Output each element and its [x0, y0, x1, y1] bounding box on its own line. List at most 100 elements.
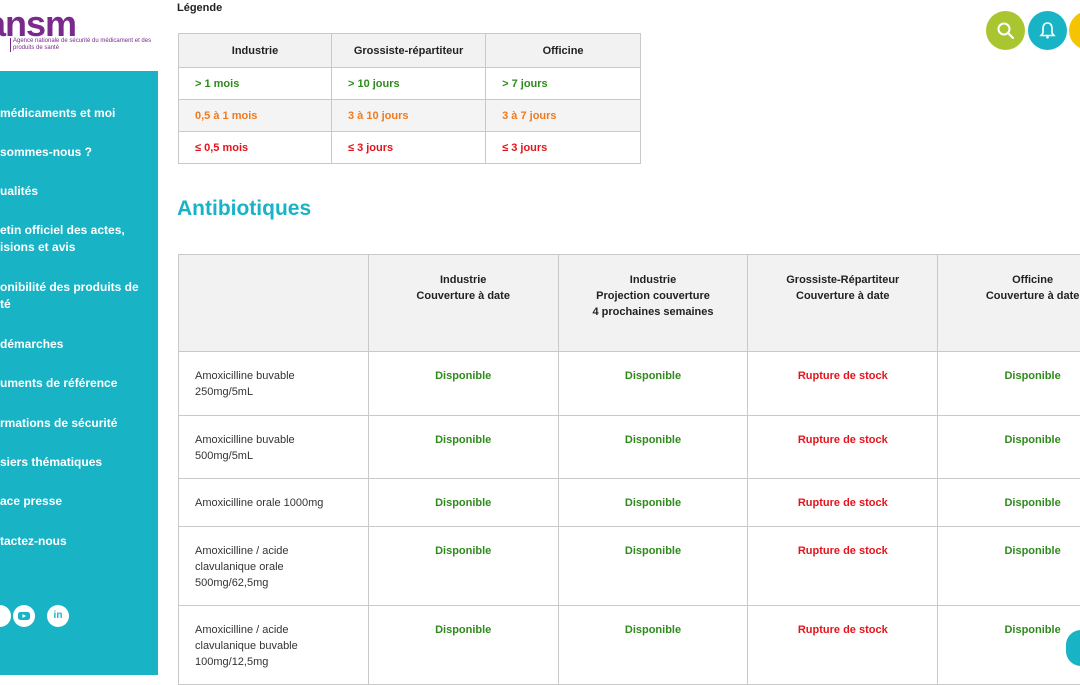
legend-cell: 3 à 10 jours — [331, 100, 485, 132]
status-cell: Disponible — [368, 416, 558, 479]
youtube-icon[interactable] — [13, 605, 35, 627]
nav-item-informations-securite[interactable]: rmations de sécurité — [0, 415, 158, 432]
status-cell: Rupture de stock — [748, 527, 938, 606]
legend-cell: 3 à 7 jours — [486, 100, 641, 132]
product-text: Amoxicilline / acideclavulanique orale50… — [195, 545, 289, 589]
legend-title: Légende — [177, 2, 222, 14]
nav-label: siers thématiques — [0, 455, 102, 469]
legend-table: Industrie Grossiste-répartiteur Officine… — [178, 33, 641, 164]
status-cell: Disponible — [938, 606, 1080, 685]
status-cell: Disponible — [368, 479, 558, 527]
nav-label: tactez-nous — [0, 534, 67, 548]
header-grossiste: Grossiste-RépartiteurCouverture à date — [748, 255, 938, 352]
status-cell: Disponible — [938, 479, 1080, 527]
legend-row-green: > 1 mois > 10 jours > 7 jours — [179, 68, 641, 100]
legend-header-row: Industrie Grossiste-répartiteur Officine — [179, 34, 641, 68]
nav-label: etin officiel des actes, — [0, 223, 125, 237]
status-cell: Disponible — [558, 479, 748, 527]
table-row: Amoxicilline buvable500mg/5mL Disponible… — [179, 416, 1080, 479]
nav-label: uments de référence — [0, 376, 117, 390]
product-text: Amoxicilline orale 1000mg — [195, 497, 323, 509]
product-name: Amoxicilline orale 1000mg — [179, 479, 369, 527]
header-text: OfficineCouverture à date — [986, 274, 1080, 302]
search-button[interactable] — [986, 11, 1025, 50]
status-cell: Disponible — [558, 606, 748, 685]
product-name: Amoxicilline buvable500mg/5mL — [179, 416, 369, 479]
status-cell: Disponible — [938, 352, 1080, 416]
linkedin-icon[interactable]: in — [47, 605, 69, 627]
status-cell: Disponible — [368, 606, 558, 685]
nav-label: démarches — [0, 337, 63, 351]
legend-cell: > 10 jours — [331, 68, 485, 100]
header-text: IndustrieProjection couverture4 prochain… — [592, 274, 713, 318]
product-text: Amoxicilline buvable500mg/5mL — [195, 434, 295, 462]
nav-item-bulletin-officiel[interactable]: etin officiel des actes, isions et avis — [0, 222, 158, 256]
nav-label: rmations de sécurité — [0, 416, 117, 430]
status-cell: Disponible — [558, 527, 748, 606]
header-officine: OfficineCouverture à date — [938, 255, 1080, 352]
status-cell: Disponible — [558, 352, 748, 416]
nav-label: sommes-nous ? — [0, 145, 92, 159]
legend-cell: > 1 mois — [179, 68, 332, 100]
status-cell: Disponible — [938, 527, 1080, 606]
legend-cell: ≤ 3 jours — [486, 132, 641, 164]
product-name: Amoxicilline / acideclavulanique orale50… — [179, 527, 369, 606]
sidebar-nav: médicaments et moi sommes-nous ? ualités… — [0, 71, 158, 675]
linkedin-glyph: in — [47, 605, 69, 627]
search-icon — [996, 21, 1015, 40]
status-cell: Rupture de stock — [748, 479, 938, 527]
antibiotiques-table: IndustrieCouverture à date IndustrieProj… — [178, 254, 1080, 685]
product-name: Amoxicilline buvable250mg/5mL — [179, 352, 369, 416]
logo-subtitle: Agence nationale de sécurité du médicame… — [10, 38, 153, 52]
nav-label: médicaments et moi — [0, 106, 115, 120]
table-row: Amoxicilline orale 1000mg Disponible Dis… — [179, 479, 1080, 527]
nav-item-disponibilite-produits[interactable]: onibilité des produits de té — [0, 279, 158, 313]
legend-cell: > 7 jours — [486, 68, 641, 100]
table-row: Amoxicilline / acideclavulanique buvable… — [179, 606, 1080, 685]
nav-item-medicaments-et-moi[interactable]: médicaments et moi — [0, 105, 158, 122]
header-text: Grossiste-RépartiteurCouverture à date — [786, 274, 899, 302]
legend-header-industrie: Industrie — [179, 34, 332, 68]
legend-row-red: ≤ 0,5 mois ≤ 3 jours ≤ 3 jours — [179, 132, 641, 164]
bell-icon — [1038, 21, 1057, 40]
status-cell: Disponible — [938, 416, 1080, 479]
nav-label: isions et avis — [0, 240, 75, 254]
nav-item-vos-demarches[interactable]: démarches — [0, 336, 158, 353]
legend-cell: ≤ 3 jours — [331, 132, 485, 164]
ansm-logo[interactable]: ansm — [0, 6, 90, 42]
nav-item-documents-reference[interactable]: uments de référence — [0, 375, 158, 392]
nav-label: té — [0, 297, 11, 311]
legend-header-officine: Officine — [486, 34, 641, 68]
legend-cell: 0,5 à 1 mois — [179, 100, 332, 132]
legend-header-grossiste: Grossiste-répartiteur — [331, 34, 485, 68]
header-product — [179, 255, 369, 352]
legend-row-orange: 0,5 à 1 mois 3 à 10 jours 3 à 7 jours — [179, 100, 641, 132]
product-text: Amoxicilline buvable250mg/5mL — [195, 370, 295, 398]
status-cell: Disponible — [368, 352, 558, 416]
header-text: IndustrieCouverture à date — [416, 274, 510, 302]
nav-label: onibilité des produits de — [0, 280, 139, 294]
status-cell: Rupture de stock — [748, 416, 938, 479]
extra-button[interactable] — [1069, 11, 1080, 50]
section-title: Antibiotiques — [177, 197, 311, 221]
logo-word: ansm — [0, 6, 76, 42]
table-row: Amoxicilline / acideclavulanique orale50… — [179, 527, 1080, 606]
header-industrie-couverture: IndustrieCouverture à date — [368, 255, 558, 352]
nav-label: ace presse — [0, 494, 62, 508]
nav-label: ualités — [0, 184, 38, 198]
table-row: Amoxicilline buvable250mg/5mL Disponible… — [179, 352, 1080, 416]
logo-area[interactable]: ansm Agence nationale de sécurité du méd… — [0, 0, 158, 71]
nav-item-qui-sommes-nous[interactable]: sommes-nous ? — [0, 144, 158, 161]
product-text: Amoxicilline / acideclavulanique buvable… — [195, 624, 298, 668]
alert-button[interactable] — [1028, 11, 1067, 50]
table-header-row: IndustrieCouverture à date IndustrieProj… — [179, 255, 1080, 352]
nav-item-dossiers-thematiques[interactable]: siers thématiques — [0, 454, 158, 471]
status-cell: Disponible — [368, 527, 558, 606]
legend-cell: ≤ 0,5 mois — [179, 132, 332, 164]
status-cell: Disponible — [558, 416, 748, 479]
status-cell: Rupture de stock — [748, 352, 938, 416]
nav-item-espace-presse[interactable]: ace presse — [0, 493, 158, 510]
nav-item-actualites[interactable]: ualités — [0, 183, 158, 200]
header-industrie-projection: IndustrieProjection couverture4 prochain… — [558, 255, 748, 352]
nav-item-contactez-nous[interactable]: tactez-nous — [0, 533, 158, 550]
